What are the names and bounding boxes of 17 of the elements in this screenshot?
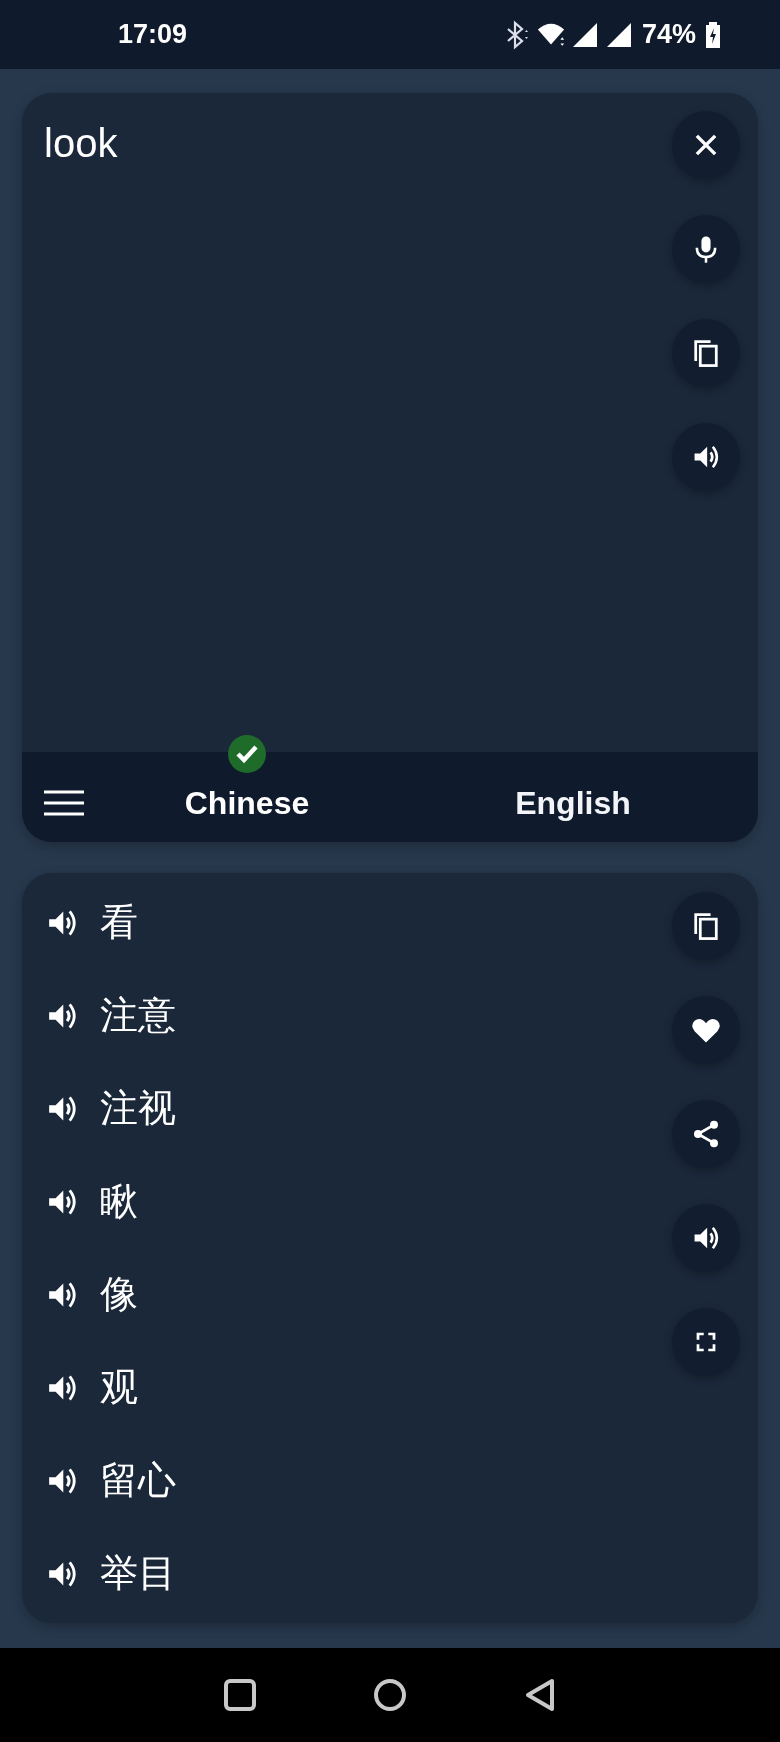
language-tab[interactable]: English — [515, 784, 631, 822]
translation-text: 像 — [100, 1272, 138, 1317]
recents-icon[interactable] — [222, 1677, 258, 1713]
home-icon[interactable] — [372, 1677, 408, 1713]
language-tab[interactable]: Chinese — [184, 784, 310, 822]
input-field[interactable]: look — [44, 111, 672, 181]
menu-icon[interactable] — [44, 789, 84, 817]
translation-text: 注意 — [100, 993, 176, 1038]
translation-text: 看 — [100, 900, 138, 945]
translation-text: 注视 — [100, 1086, 176, 1131]
translation-text: 观 — [100, 1365, 138, 1410]
battery-charging-icon — [704, 19, 722, 50]
battery-percent: 74% — [641, 19, 696, 50]
translation-text: 留心 — [100, 1458, 176, 1503]
translation-text: 举目 — [100, 1551, 176, 1596]
clock-time: 17:09 — [118, 19, 188, 50]
translation-text: 瞅 — [100, 1179, 138, 1224]
